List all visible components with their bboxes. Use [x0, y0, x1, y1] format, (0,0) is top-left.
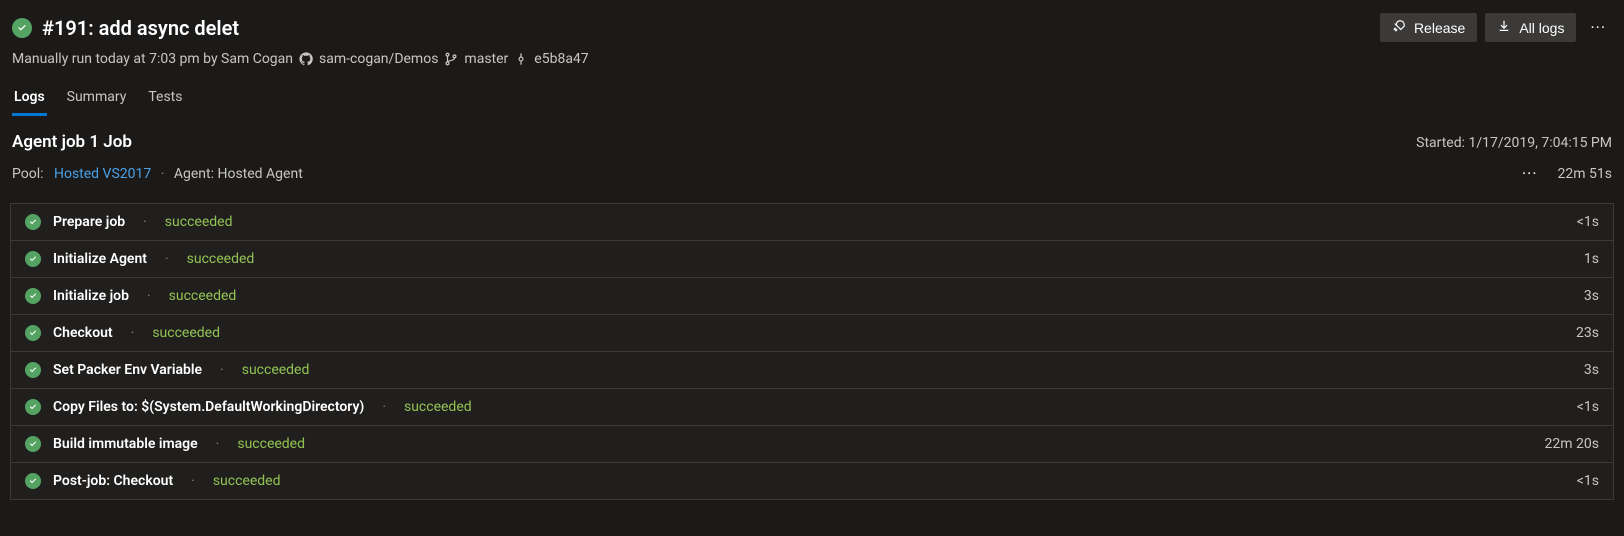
separator: ·: [216, 436, 220, 452]
step-row[interactable]: Prepare job · succeeded <1s: [10, 203, 1614, 241]
pool-row: Pool: Hosted VS2017 · Agent: Hosted Agen…: [12, 158, 1612, 189]
commit-icon: [514, 51, 528, 67]
build-header: #191: add async delet Release All: [0, 0, 1624, 122]
step-name: Initialize job: [53, 288, 129, 304]
step-left: Initialize Agent · succeeded: [25, 251, 254, 267]
step-duration: 3s: [1584, 288, 1599, 304]
step-status-text: succeeded: [237, 436, 305, 452]
step-status-text: succeeded: [187, 251, 255, 267]
more-actions-button[interactable]: ···: [1584, 12, 1612, 43]
agent-label: Agent: Hosted Agent: [174, 166, 303, 182]
success-icon: [25, 214, 41, 230]
step-duration: <1s: [1577, 399, 1599, 415]
step-left: Initialize job · succeeded: [25, 288, 236, 304]
step-status-text: succeeded: [165, 214, 233, 230]
step-duration: <1s: [1577, 473, 1599, 489]
step-duration: 1s: [1584, 251, 1599, 267]
pool-label: Pool:: [12, 166, 44, 182]
ellipsis-icon: ···: [1522, 164, 1538, 183]
job-title-row: Agent job 1 Job Started: 1/17/2019, 7:04…: [12, 132, 1612, 152]
pool-link[interactable]: Hosted VS2017: [54, 166, 151, 182]
success-icon: [25, 251, 41, 267]
step-name: Post-job: Checkout: [53, 473, 173, 489]
step-row[interactable]: Build immutable image · succeeded 22m 20s: [10, 425, 1614, 463]
step-duration: 3s: [1584, 362, 1599, 378]
run-meta-text: Manually run today at 7:03 pm by Sam Cog…: [12, 51, 293, 67]
tabs: Logs Summary Tests: [12, 67, 1612, 116]
step-left: Build immutable image · succeeded: [25, 436, 305, 452]
all-logs-button[interactable]: All logs: [1485, 13, 1576, 42]
ellipsis-icon: ···: [1590, 18, 1606, 37]
step-status-text: succeeded: [242, 362, 310, 378]
step-row[interactable]: Initialize Agent · succeeded 1s: [10, 240, 1614, 278]
step-name: Copy Files to: $(System.DefaultWorkingDi…: [53, 399, 364, 415]
step-name: Checkout: [53, 325, 113, 341]
title-left: #191: add async delet: [12, 16, 239, 40]
title-actions: Release All logs ···: [1380, 12, 1612, 43]
separator: ·: [161, 166, 165, 182]
step-name: Prepare job: [53, 214, 125, 230]
separator: ·: [165, 251, 169, 267]
step-duration: <1s: [1577, 214, 1599, 230]
pool-info: Pool: Hosted VS2017 · Agent: Hosted Agen…: [12, 166, 303, 182]
step-status-text: succeeded: [404, 399, 472, 415]
github-icon: [299, 51, 313, 67]
step-row[interactable]: Set Packer Env Variable · succeeded 3s: [10, 351, 1614, 389]
release-label: Release: [1414, 20, 1465, 36]
step-status-text: succeeded: [169, 288, 237, 304]
step-status-text: succeeded: [152, 325, 220, 341]
step-row[interactable]: Copy Files to: $(System.DefaultWorkingDi…: [10, 388, 1614, 426]
success-icon: [25, 325, 41, 341]
rocket-icon: [1392, 19, 1406, 36]
job-more-button[interactable]: ···: [1516, 158, 1544, 189]
step-duration: 23s: [1576, 325, 1599, 341]
download-icon: [1497, 19, 1511, 36]
success-icon: [25, 288, 41, 304]
branch-link[interactable]: master: [464, 51, 508, 67]
branch-icon: [444, 51, 458, 67]
step-row[interactable]: Initialize job · succeeded 3s: [10, 277, 1614, 315]
build-meta: Manually run today at 7:03 pm by Sam Cog…: [12, 51, 1612, 67]
job-started: Started: 1/17/2019, 7:04:15 PM: [1416, 135, 1612, 151]
step-left: Set Packer Env Variable · succeeded: [25, 362, 309, 378]
steps-list: Prepare job · succeeded <1s Initialize Agent…: [0, 195, 1624, 510]
success-icon: [25, 362, 41, 378]
release-button[interactable]: Release: [1380, 13, 1477, 42]
all-logs-label: All logs: [1519, 20, 1564, 36]
step-name: Initialize Agent: [53, 251, 147, 267]
job-duration-area: ··· 22m 51s: [1516, 158, 1612, 189]
separator: ·: [131, 325, 135, 341]
step-name: Build immutable image: [53, 436, 198, 452]
step-row[interactable]: Checkout · succeeded 23s: [10, 314, 1614, 352]
repo-link[interactable]: sam-cogan/Demos: [319, 51, 438, 67]
title-row: #191: add async delet Release All: [12, 12, 1612, 43]
success-icon: [12, 18, 32, 38]
step-left: Prepare job · succeeded: [25, 214, 232, 230]
separator: ·: [220, 362, 224, 378]
tab-logs[interactable]: Logs: [12, 81, 47, 116]
step-duration: 22m 20s: [1545, 436, 1599, 452]
step-left: Copy Files to: $(System.DefaultWorkingDi…: [25, 399, 472, 415]
separator: ·: [147, 288, 151, 304]
separator: ·: [382, 399, 386, 415]
separator: ·: [191, 473, 195, 489]
success-icon: [25, 473, 41, 489]
step-row[interactable]: Post-job: Checkout · succeeded <1s: [10, 462, 1614, 500]
step-left: Checkout · succeeded: [25, 325, 220, 341]
success-icon: [25, 436, 41, 452]
tab-tests[interactable]: Tests: [146, 81, 184, 116]
step-left: Post-job: Checkout · succeeded: [25, 473, 281, 489]
job-title: Agent job 1 Job: [12, 132, 132, 152]
tab-summary[interactable]: Summary: [65, 81, 129, 116]
build-title: #191: add async delet: [42, 16, 239, 40]
success-icon: [25, 399, 41, 415]
step-name: Set Packer Env Variable: [53, 362, 202, 378]
job-header: Agent job 1 Job Started: 1/17/2019, 7:04…: [0, 122, 1624, 195]
step-status-text: succeeded: [213, 473, 281, 489]
commit-link[interactable]: e5b8a47: [534, 51, 588, 67]
separator: ·: [143, 214, 147, 230]
job-duration: 22m 51s: [1558, 166, 1612, 182]
